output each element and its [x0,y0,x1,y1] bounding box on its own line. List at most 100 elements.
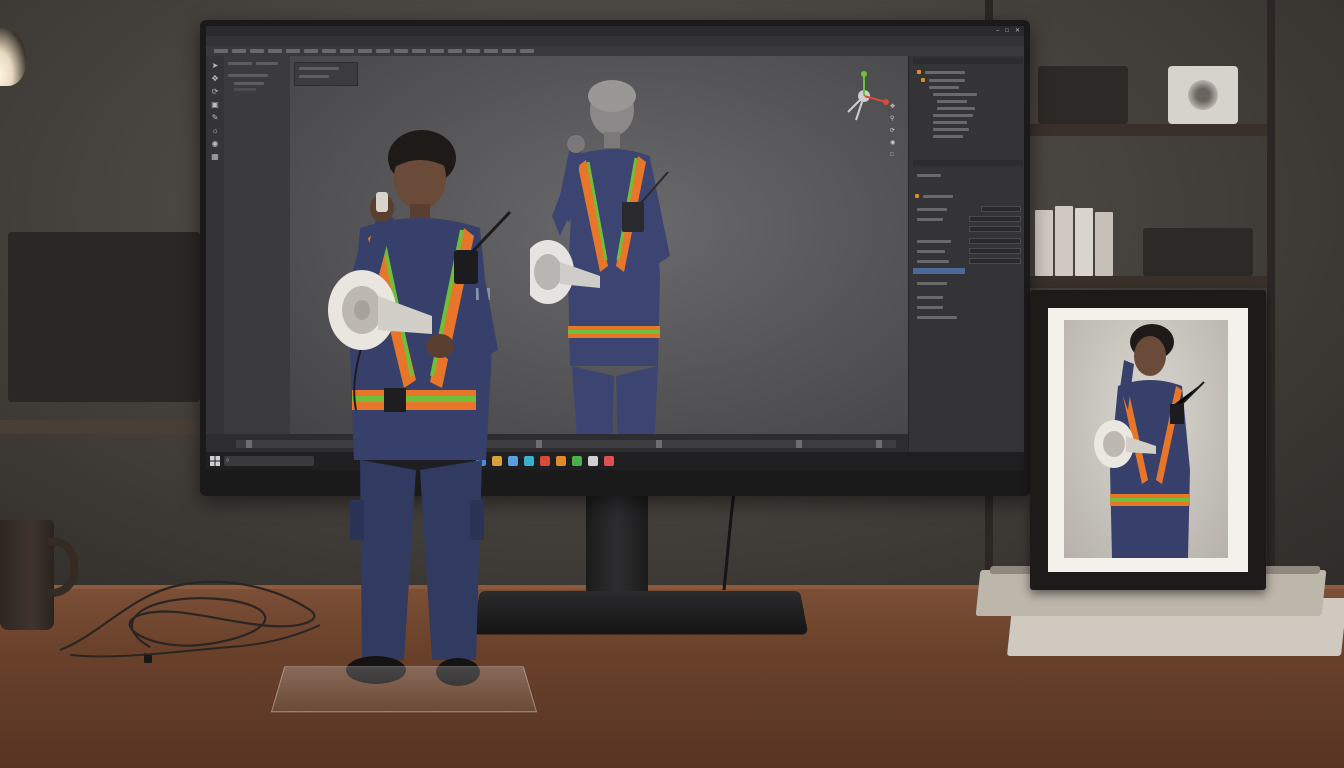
3d-character-model [530,80,670,454]
shelf-board [993,276,1267,288]
toolbar-button[interactable] [340,49,354,53]
property-field[interactable] [981,206,1021,212]
property-label [917,218,943,221]
toolbar-button[interactable] [358,49,372,53]
taskbar-app-icon[interactable] [572,456,582,466]
property-label [917,316,957,319]
shelf-box [1143,228,1253,276]
taskbar-app-icon[interactable] [540,456,550,466]
keyframe[interactable] [246,440,252,448]
shelf-board [993,124,1267,136]
app-title-bar: – □ ✕ [206,26,1024,36]
taskbar-search-box[interactable]: ⚲ [224,456,314,466]
tree-item[interactable] [228,74,268,77]
outliner-item[interactable] [925,71,965,74]
orbit-icon[interactable]: ⟳ [890,128,900,134]
outliner-item[interactable] [933,114,973,117]
taskbar-app-icon[interactable] [588,456,598,466]
toolbar-button[interactable] [520,49,534,53]
material-icon [915,194,919,198]
property-label [917,282,947,285]
shelf-books [1035,206,1125,276]
property-label [917,208,947,211]
scale-icon[interactable]: ▣ [211,101,219,109]
keyframe[interactable] [876,440,882,448]
toolbar-button[interactable] [448,49,462,53]
tree-item[interactable] [234,82,264,85]
coffee-mug [0,520,54,630]
toolbar-button[interactable] [268,49,282,53]
outliner-item[interactable] [937,100,967,103]
background-monitor [8,232,200,402]
overlay-line [299,67,339,70]
brush-icon[interactable]: ✎ [212,114,219,122]
framed-worker-portrait [1094,324,1205,558]
background-shelf [0,420,210,434]
panel-tab[interactable] [228,62,252,65]
outliner-item[interactable] [937,107,975,110]
outliner-item[interactable] [933,135,963,138]
toolbar-button[interactable] [484,49,498,53]
selected-property-row[interactable] [913,268,965,274]
toolbar-button[interactable] [394,49,408,53]
outliner-item[interactable] [929,86,959,89]
select-icon[interactable]: ➤ [212,62,219,70]
outliner-item[interactable] [929,79,965,82]
maximize-icon[interactable]: □ [1005,26,1009,36]
start-menu-icon[interactable] [210,456,220,466]
rotate-icon[interactable]: ⟳ [212,88,219,96]
app-toolbar [206,46,1024,56]
camera-icon[interactable]: ◉ [212,140,219,148]
outliner-item[interactable] [933,128,969,131]
keyframe[interactable] [656,440,662,448]
keyframe[interactable] [796,440,802,448]
toolbar-button[interactable] [232,49,246,53]
toolbar-button[interactable] [412,49,426,53]
property-field[interactable] [969,216,1021,222]
toolbar-button[interactable] [304,49,318,53]
light-icon[interactable]: ☼ [211,127,218,135]
property-label [917,306,943,309]
outliner-properties-panel [908,56,1024,460]
outliner-item[interactable] [933,121,967,124]
window-controls: – □ ✕ [996,26,1020,36]
toolbar-button[interactable] [466,49,480,53]
taskbar-app-icon[interactable] [556,456,566,466]
frame-icon[interactable]: □ [890,152,900,158]
toolbar-button[interactable] [502,49,516,53]
keyframe[interactable] [536,440,542,448]
property-field[interactable] [969,248,1021,254]
outliner-header [913,58,1023,64]
scene-panel [224,56,291,434]
grid-icon[interactable]: ▦ [211,153,219,161]
toolbar-button[interactable] [286,49,300,53]
tree-item[interactable] [234,88,256,91]
toolbar-button[interactable] [250,49,264,53]
toolbar-button[interactable] [376,49,390,53]
properties-header [913,160,1023,166]
toolbar-button[interactable] [430,49,444,53]
pan-icon[interactable]: ✥ [890,104,900,110]
property-field[interactable] [969,226,1021,232]
zoom-icon[interactable]: ⚲ [890,116,900,122]
speaker [1168,66,1238,124]
animation-timeline[interactable] [206,434,908,452]
axis-gizmo-icon[interactable] [838,68,894,128]
taskbar-app-icon[interactable] [604,456,614,466]
property-field[interactable] [969,238,1021,244]
viewport-overlay-panel [294,62,358,86]
monitor-stand-neck [586,492,648,594]
toolbar-button[interactable] [322,49,336,53]
camera-view-icon[interactable]: ◉ [890,140,900,146]
panel-tab[interactable] [256,62,278,65]
close-icon[interactable]: ✕ [1015,26,1020,36]
property-field[interactable] [969,258,1021,264]
taskbar-app-icon[interactable] [524,456,534,466]
toolbar-button[interactable] [214,49,228,53]
tangled-cable [60,580,321,664]
minimize-icon[interactable]: – [996,26,999,36]
property-label [917,260,949,263]
move-icon[interactable]: ✥ [212,75,219,83]
app-menu-bar [206,36,1024,46]
outliner-item[interactable] [933,93,977,96]
